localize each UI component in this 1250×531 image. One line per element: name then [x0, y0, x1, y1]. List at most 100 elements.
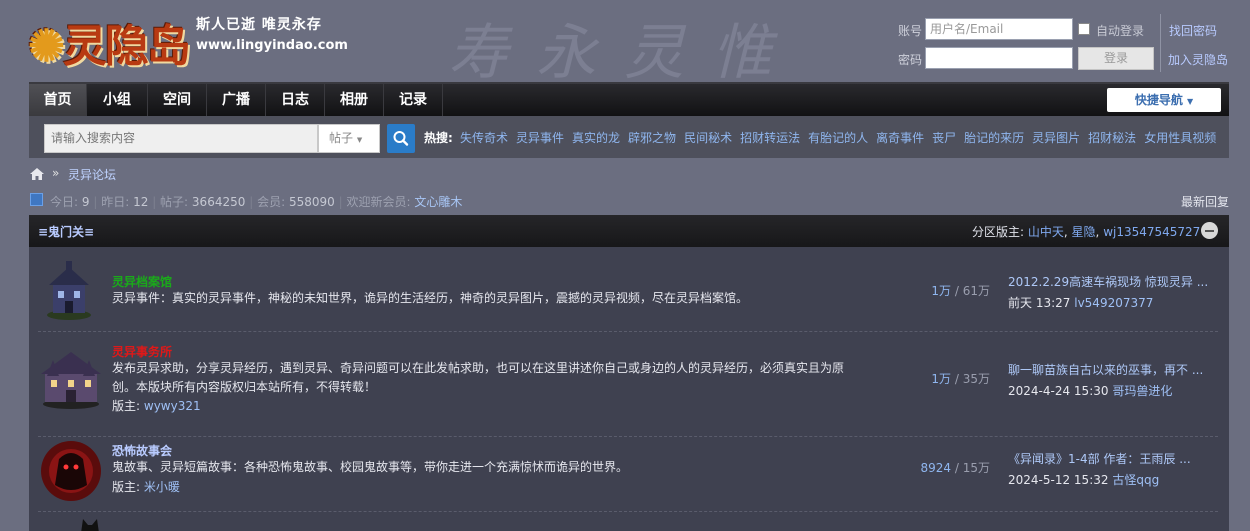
- moderator-link[interactable]: 星隐: [1072, 225, 1096, 239]
- posts-count: 3664250: [191, 195, 246, 209]
- black-cat-icon[interactable]: [77, 519, 103, 531]
- last-post-user[interactable]: lv549207377: [1074, 296, 1153, 310]
- last-post-time: 2024-4-24 15:30: [1008, 384, 1109, 398]
- login-divider: [1160, 14, 1161, 72]
- collapse-icon[interactable]: [1201, 222, 1218, 239]
- last-post-user[interactable]: 古怪qqg: [1112, 473, 1159, 487]
- moderator-label: 版主:: [112, 480, 141, 494]
- post-count: 15万: [962, 461, 990, 475]
- last-post: 2012.2.29高速车祸现场 惊现灵异 ... 前天 13:27 lv5492…: [1008, 273, 1208, 311]
- site-logo[interactable]: ✺灵隐岛 斯人已逝 唯灵永存 www.lingyindao.com: [28, 4, 348, 72]
- hot-link[interactable]: 招财转运法: [740, 131, 800, 145]
- moderator-link[interactable]: 米小暖: [144, 480, 180, 494]
- auto-login-checkbox[interactable]: [1078, 23, 1090, 35]
- account-label: 账号: [898, 24, 923, 38]
- hot-link[interactable]: 辟邪之物: [628, 131, 676, 145]
- last-post-time: 前天 13:27: [1008, 296, 1071, 310]
- moderator-link[interactable]: wj13547545727: [1103, 225, 1200, 239]
- hot-link[interactable]: 丧尸: [932, 131, 956, 145]
- auto-login-label: 自动登录: [1096, 24, 1145, 38]
- nav-item-broadcast[interactable]: 广播: [207, 84, 266, 116]
- account-input[interactable]: [925, 18, 1073, 40]
- forum-name[interactable]: 灵异档案馆: [112, 273, 172, 290]
- search-button[interactable]: [387, 124, 415, 153]
- hot-link[interactable]: 胎记的来历: [964, 131, 1024, 145]
- hot-search-label: 热搜:: [424, 131, 453, 145]
- nav-item-home[interactable]: 首页: [29, 84, 87, 116]
- post-count: 61万: [962, 284, 990, 298]
- find-password-link[interactable]: 找回密码: [1169, 22, 1217, 39]
- site-url: www.lingyindao.com: [196, 38, 348, 53]
- calligraphy-banner: 寿永灵惟: [448, 18, 800, 88]
- password-label: 密码: [898, 53, 923, 67]
- members-count: 558090: [288, 195, 335, 209]
- section-header: ≡鬼门关≡ 分区版主: 山中天, 星隐, wj13547545727: [29, 215, 1229, 247]
- hot-search-links: 失传奇术 灵异事件 真实的龙 辟邪之物 民间秘术 招财转运法 有胎记的人 离奇事件 丧尸 胎记的来…: [460, 129, 1216, 146]
- forum-description: 灵异事件：真实的灵异事件，神秘的未知世界，诡异的生活经历，神奇的灵异图片，震撼的…: [112, 291, 749, 305]
- login-button[interactable]: 登录: [1078, 47, 1154, 70]
- post-count: 35万: [962, 372, 990, 386]
- red-demon-icon[interactable]: [39, 439, 103, 503]
- nav-item-records[interactable]: 记录: [384, 84, 443, 116]
- nav-item-album[interactable]: 相册: [325, 84, 384, 116]
- forum-counts: 8924 / 15万: [920, 461, 991, 475]
- last-post-time: 2024-5-12 15:32: [1008, 473, 1109, 487]
- hot-link[interactable]: 女用性具视频: [1144, 131, 1216, 145]
- last-post-title[interactable]: 2012.2.29高速车祸现场 惊现灵异 ...: [1008, 273, 1208, 290]
- hot-link[interactable]: 真实的龙: [572, 131, 620, 145]
- forum-row: 灵异事务所 发布灵异求助，分享灵异经历，遇到灵异、奇异问题可以在此发帖求助，也可…: [38, 332, 1218, 437]
- last-post-title[interactable]: 聊一聊苗族自古以来的巫事，再不 ...: [1008, 361, 1208, 378]
- forum-description: 鬼故事、灵异短篇故事：各种恐怖鬼故事、校园鬼故事等，带你走进一个充满惊怵而诡异的…: [112, 460, 629, 474]
- nav-item-blog[interactable]: 日志: [266, 84, 325, 116]
- posts-label: 帖子:: [160, 195, 189, 209]
- chevron-down-icon: ▼: [356, 136, 363, 144]
- hot-link[interactable]: 民间秘术: [684, 131, 732, 145]
- thread-count: 1万: [931, 284, 952, 298]
- thread-count: 8924: [920, 461, 952, 475]
- forum-name[interactable]: 灵异事务所: [112, 343, 172, 360]
- hot-link[interactable]: 灵异事件: [516, 131, 564, 145]
- moderator-link[interactable]: wywy321: [144, 399, 201, 413]
- hot-link[interactable]: 有胎记的人: [808, 131, 868, 145]
- haunted-mansion-icon[interactable]: [39, 346, 103, 410]
- search-type-value: 帖子: [329, 131, 354, 145]
- last-post-user[interactable]: 哥玛兽进化: [1112, 384, 1172, 398]
- search-input[interactable]: 请输入搜索内容: [44, 124, 318, 153]
- quick-nav-button[interactable]: 快捷导航 ▼: [1107, 88, 1221, 112]
- section-title[interactable]: ≡鬼门关≡: [38, 223, 94, 240]
- forum-description: 发布灵异求助，分享灵异经历，遇到灵异、奇异问题可以在此发帖求助，也可以在这里讲述…: [112, 361, 845, 394]
- today-count: 9: [81, 195, 90, 209]
- site-slogan: 斯人已逝 唯灵永存: [196, 17, 322, 33]
- last-post: 《异闻录》1-4部 作者：王雨辰 ... 2024-5-12 15:32 古怪q…: [1008, 450, 1208, 488]
- latest-reply-link[interactable]: 最新回复: [1181, 193, 1229, 210]
- password-input[interactable]: [925, 47, 1073, 69]
- haunted-house-icon[interactable]: [39, 259, 99, 321]
- breadcrumb-separator: »: [52, 166, 60, 180]
- last-post-title[interactable]: 《异闻录》1-4部 作者：王雨辰 ...: [1008, 450, 1208, 467]
- forum-row: 灵异档案馆 灵异事件：真实的灵异事件，神秘的未知世界，诡异的生活经历，神奇的灵异…: [38, 247, 1218, 332]
- yesterday-count: 12: [133, 195, 149, 209]
- moderator-link[interactable]: 山中天: [1028, 225, 1064, 239]
- hot-link[interactable]: 招财秘法: [1088, 131, 1136, 145]
- quick-nav-label: 快捷导航: [1134, 93, 1183, 107]
- forum-row: 恐怖故事会 鬼故事、灵异短篇故事：各种恐怖鬼故事、校园鬼故事等，带你走进一个充满…: [38, 437, 1218, 512]
- breadcrumb-forum-link[interactable]: 灵异论坛: [68, 166, 116, 183]
- new-member-link[interactable]: 文心雕木: [414, 195, 462, 209]
- hot-link[interactable]: 灵异图片: [1032, 131, 1080, 145]
- main-nav: 首页 小组 空间 广播 日志 相册 记录 快捷导航 ▼: [29, 82, 1229, 116]
- welcome-label: 欢迎新会员:: [346, 195, 411, 209]
- thread-count: 1万: [931, 372, 952, 386]
- section-moderators: 分区版主: 山中天, 星隐, wj13547545727: [972, 225, 1201, 239]
- hot-link[interactable]: 离奇事件: [876, 131, 924, 145]
- search-icon: [393, 131, 409, 146]
- moderators-label: 分区版主:: [972, 225, 1025, 239]
- forum-stats: 今日: 9 | 昨日: 12 | 帖子: 3664250 | 会员: 55809…: [50, 195, 463, 209]
- forum-name[interactable]: 恐怖故事会: [112, 442, 172, 459]
- join-link[interactable]: 加入灵隐岛: [1168, 51, 1228, 68]
- hot-link[interactable]: 失传奇术: [460, 131, 508, 145]
- home-icon[interactable]: [30, 168, 44, 180]
- nav-item-groups[interactable]: 小组: [87, 84, 148, 116]
- today-label: 今日:: [50, 195, 79, 209]
- search-type-select[interactable]: 帖子 ▼: [318, 124, 380, 153]
- nav-item-space[interactable]: 空间: [148, 84, 207, 116]
